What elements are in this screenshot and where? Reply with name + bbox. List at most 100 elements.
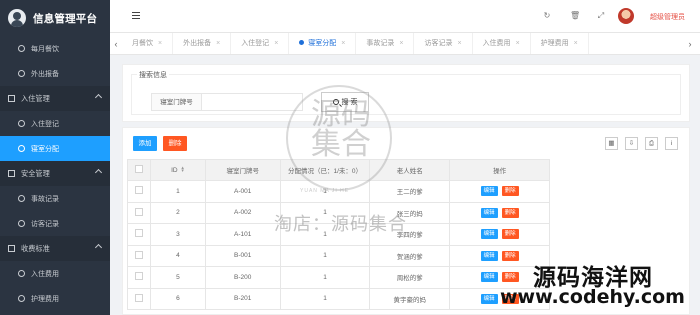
sidebar-item-label: 访客记录 bbox=[31, 220, 59, 228]
row-checkbox[interactable] bbox=[134, 207, 143, 216]
close-icon[interactable]: × bbox=[457, 40, 461, 47]
logo-avatar-icon bbox=[8, 9, 26, 27]
close-icon[interactable]: × bbox=[574, 40, 578, 47]
sidebar-group-2[interactable]: 入住管理 bbox=[0, 86, 110, 111]
fullscreen-icon[interactable]: ⤢ bbox=[597, 12, 605, 20]
table-row: 4 B-001 1 贺涵的爹 编辑 删除 bbox=[127, 244, 550, 267]
export-icon[interactable]: ⇩ bbox=[625, 137, 638, 150]
batch-delete-button[interactable]: 删除 bbox=[163, 136, 187, 151]
sidebar-item-0[interactable]: 每月餐饮 bbox=[0, 36, 110, 61]
tab-1[interactable]: 外出报备 × bbox=[173, 33, 232, 54]
cell-id: 4 bbox=[149, 244, 206, 267]
print-icon[interactable]: ⎙ bbox=[645, 137, 658, 150]
edit-button[interactable]: 编辑 bbox=[480, 293, 498, 304]
row-checkbox[interactable] bbox=[134, 293, 143, 302]
edit-button[interactable]: 编辑 bbox=[480, 229, 498, 240]
sidebar-group-5[interactable]: 安全管理 bbox=[0, 161, 110, 186]
chevron-up-icon bbox=[94, 243, 103, 252]
close-icon[interactable]: × bbox=[274, 40, 278, 47]
close-icon[interactable]: × bbox=[341, 40, 345, 47]
sidebar-item-3[interactable]: 入住登记 bbox=[0, 111, 110, 136]
tabs-prev-icon[interactable]: ‹ bbox=[110, 39, 122, 49]
row-select-cell[interactable] bbox=[127, 266, 151, 289]
row-checkbox[interactable] bbox=[134, 250, 143, 259]
edit-button[interactable]: 编辑 bbox=[480, 250, 498, 261]
brand[interactable]: 信息管理平台 bbox=[0, 0, 110, 36]
delete-button[interactable]: 删除 bbox=[501, 272, 519, 283]
sidebar-item-4[interactable]: 寝室分配 bbox=[0, 136, 110, 161]
edit-button[interactable]: 编辑 bbox=[480, 207, 498, 218]
refresh-icon[interactable]: ↻ bbox=[543, 12, 551, 20]
close-icon[interactable]: × bbox=[158, 40, 162, 47]
cell-actions: 编辑 删除 bbox=[449, 180, 550, 203]
delete-button[interactable]: 删除 bbox=[501, 186, 519, 197]
trash-icon[interactable]: 🗑 bbox=[570, 12, 580, 20]
tab-4[interactable]: 事故记录 × bbox=[356, 33, 415, 54]
tab-6[interactable]: 入住费用 × bbox=[473, 33, 531, 54]
cell-room: B-001 bbox=[204, 244, 281, 267]
cell-id: 6 bbox=[149, 287, 206, 310]
sort-icon[interactable]: ▴ ▾ bbox=[181, 165, 185, 173]
row-select-cell[interactable] bbox=[127, 201, 151, 224]
sidebar-group-8[interactable]: 收费标准 bbox=[0, 236, 110, 261]
sidebar-item-6[interactable]: 事故记录 bbox=[0, 186, 110, 211]
add-button[interactable]: 添加 bbox=[133, 136, 157, 151]
watermark-shop-text: 淘店：源码集合 bbox=[274, 214, 407, 234]
tab-7[interactable]: 护理费用 × bbox=[531, 33, 589, 54]
close-icon[interactable]: × bbox=[216, 40, 220, 47]
row-checkbox[interactable] bbox=[134, 229, 143, 238]
row-checkbox[interactable] bbox=[134, 186, 143, 195]
close-icon[interactable]: × bbox=[399, 40, 403, 47]
room-number-input[interactable] bbox=[201, 93, 303, 111]
cell-id: 1 bbox=[149, 180, 206, 203]
tab-label: 访客记录 bbox=[424, 39, 453, 47]
gear-icon bbox=[18, 270, 25, 277]
room-number-label: 寝室门牌号 bbox=[151, 93, 201, 111]
cell-id: 3 bbox=[149, 223, 206, 246]
search-legend: 搜索信息 bbox=[137, 70, 169, 80]
sidebar-item-label: 事故记录 bbox=[31, 195, 59, 203]
calendar-icon bbox=[8, 170, 15, 177]
cell-room: B-201 bbox=[204, 287, 281, 310]
edit-button[interactable]: 编辑 bbox=[480, 272, 498, 283]
sidebar-group-label: 入住管理 bbox=[21, 93, 50, 103]
cell-name: 周松的爹 bbox=[369, 266, 451, 289]
camera-icon bbox=[18, 70, 25, 77]
tag-icon bbox=[18, 295, 25, 302]
sidebar-item-label: 入住费用 bbox=[31, 270, 59, 278]
info-icon[interactable]: i bbox=[665, 137, 678, 150]
checkin-icon bbox=[8, 95, 15, 102]
columns-filter-icon[interactable]: ▦ bbox=[605, 137, 618, 150]
tab-2[interactable]: 入住登记 × bbox=[231, 33, 290, 54]
tab-label: 外出报备 bbox=[183, 39, 212, 47]
select-all-header[interactable] bbox=[127, 159, 151, 181]
menu-toggle-icon[interactable] bbox=[132, 12, 140, 19]
row-select-cell[interactable] bbox=[127, 244, 151, 267]
row-select-cell[interactable] bbox=[127, 180, 151, 203]
app-title: 信息管理平台 bbox=[33, 12, 98, 25]
top-header: ↻ 🗑 ⤢ 超级管理员 bbox=[110, 0, 700, 33]
sidebar-item-10[interactable]: 护理费用 bbox=[0, 286, 110, 311]
cell-status: 1 bbox=[279, 244, 371, 267]
sidebar-item-7[interactable]: 访客记录 bbox=[0, 211, 110, 236]
sidebar-item-9[interactable]: 入住费用 bbox=[0, 261, 110, 286]
column-header-id[interactable]: ID ▴ ▾ bbox=[149, 159, 206, 181]
select-all-checkbox[interactable] bbox=[134, 165, 143, 173]
row-select-cell[interactable] bbox=[127, 223, 151, 246]
tab-5[interactable]: 访客记录 × bbox=[414, 33, 473, 54]
cell-name: 王二的爹 bbox=[369, 180, 451, 203]
tabs-next-icon[interactable]: › bbox=[680, 33, 700, 54]
sidebar-item-label: 外出报备 bbox=[31, 70, 59, 78]
row-checkbox[interactable] bbox=[134, 272, 143, 281]
user-name[interactable]: 超级管理员 bbox=[650, 12, 685, 22]
user-avatar[interactable] bbox=[618, 8, 634, 24]
delete-button[interactable]: 删除 bbox=[501, 250, 519, 261]
delete-button[interactable]: 删除 bbox=[501, 207, 519, 218]
sidebar-item-1[interactable]: 外出报备 bbox=[0, 61, 110, 86]
edit-button[interactable]: 编辑 bbox=[480, 186, 498, 197]
tab-3[interactable]: 寝室分配 × bbox=[289, 33, 357, 54]
delete-button[interactable]: 删除 bbox=[501, 229, 519, 240]
close-icon[interactable]: × bbox=[516, 40, 520, 47]
row-select-cell[interactable] bbox=[127, 287, 151, 310]
tab-0[interactable]: 月餐饮 × bbox=[122, 33, 174, 54]
